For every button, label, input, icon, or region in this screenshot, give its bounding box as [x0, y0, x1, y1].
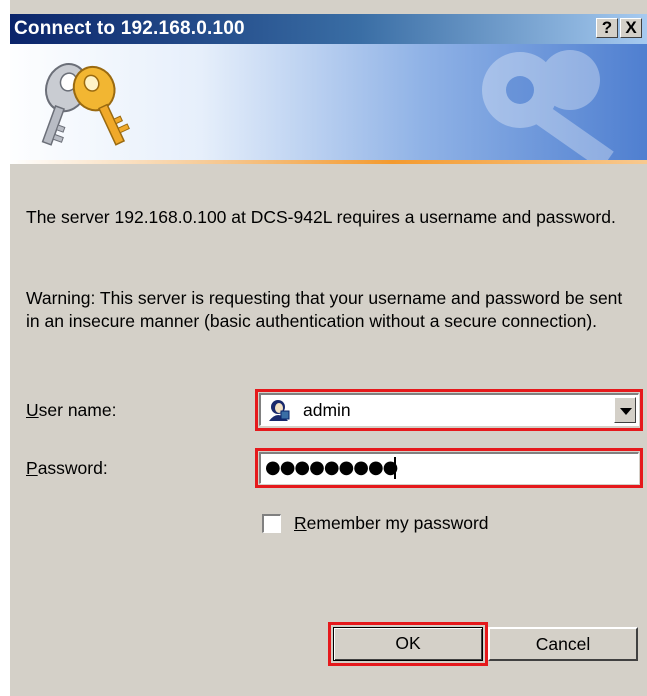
password-field[interactable]: ●●●●●●●●● [259, 452, 639, 484]
password-label: Password: [26, 458, 108, 478]
user-icon [269, 400, 290, 421]
username-dropdown-button[interactable] [614, 397, 636, 423]
login-dialog: Connect to 192.168.0.100 ? X The server … [0, 0, 647, 696]
password-masked-value: ●●●●●●●●● [265, 457, 398, 478]
banner [10, 44, 647, 164]
window-title: Connect to 192.168.0.100 [14, 18, 245, 39]
text-caret [394, 457, 396, 479]
username-value: admin [303, 400, 351, 420]
server-message: The server 192.168.0.100 at DCS-942L req… [26, 207, 616, 227]
close-button[interactable]: X [620, 18, 642, 38]
keys-icon [41, 63, 130, 146]
remember-password-checkbox[interactable] [262, 514, 281, 533]
username-combobox[interactable]: admin [259, 393, 639, 426]
remember-password-label[interactable]: Remember my password [294, 513, 489, 534]
security-warning: Warning: This server is requesting that … [26, 288, 623, 331]
keys-watermark-icon [482, 50, 614, 164]
help-button[interactable]: ? [596, 18, 618, 38]
banner-accent-line [10, 160, 647, 164]
chevron-down-icon [620, 408, 632, 415]
username-label: User name: [26, 400, 117, 420]
cancel-button[interactable]: Cancel [488, 627, 638, 661]
ok-button[interactable]: OK [333, 627, 483, 661]
title-bar[interactable]: Connect to 192.168.0.100 ? X [10, 14, 647, 44]
